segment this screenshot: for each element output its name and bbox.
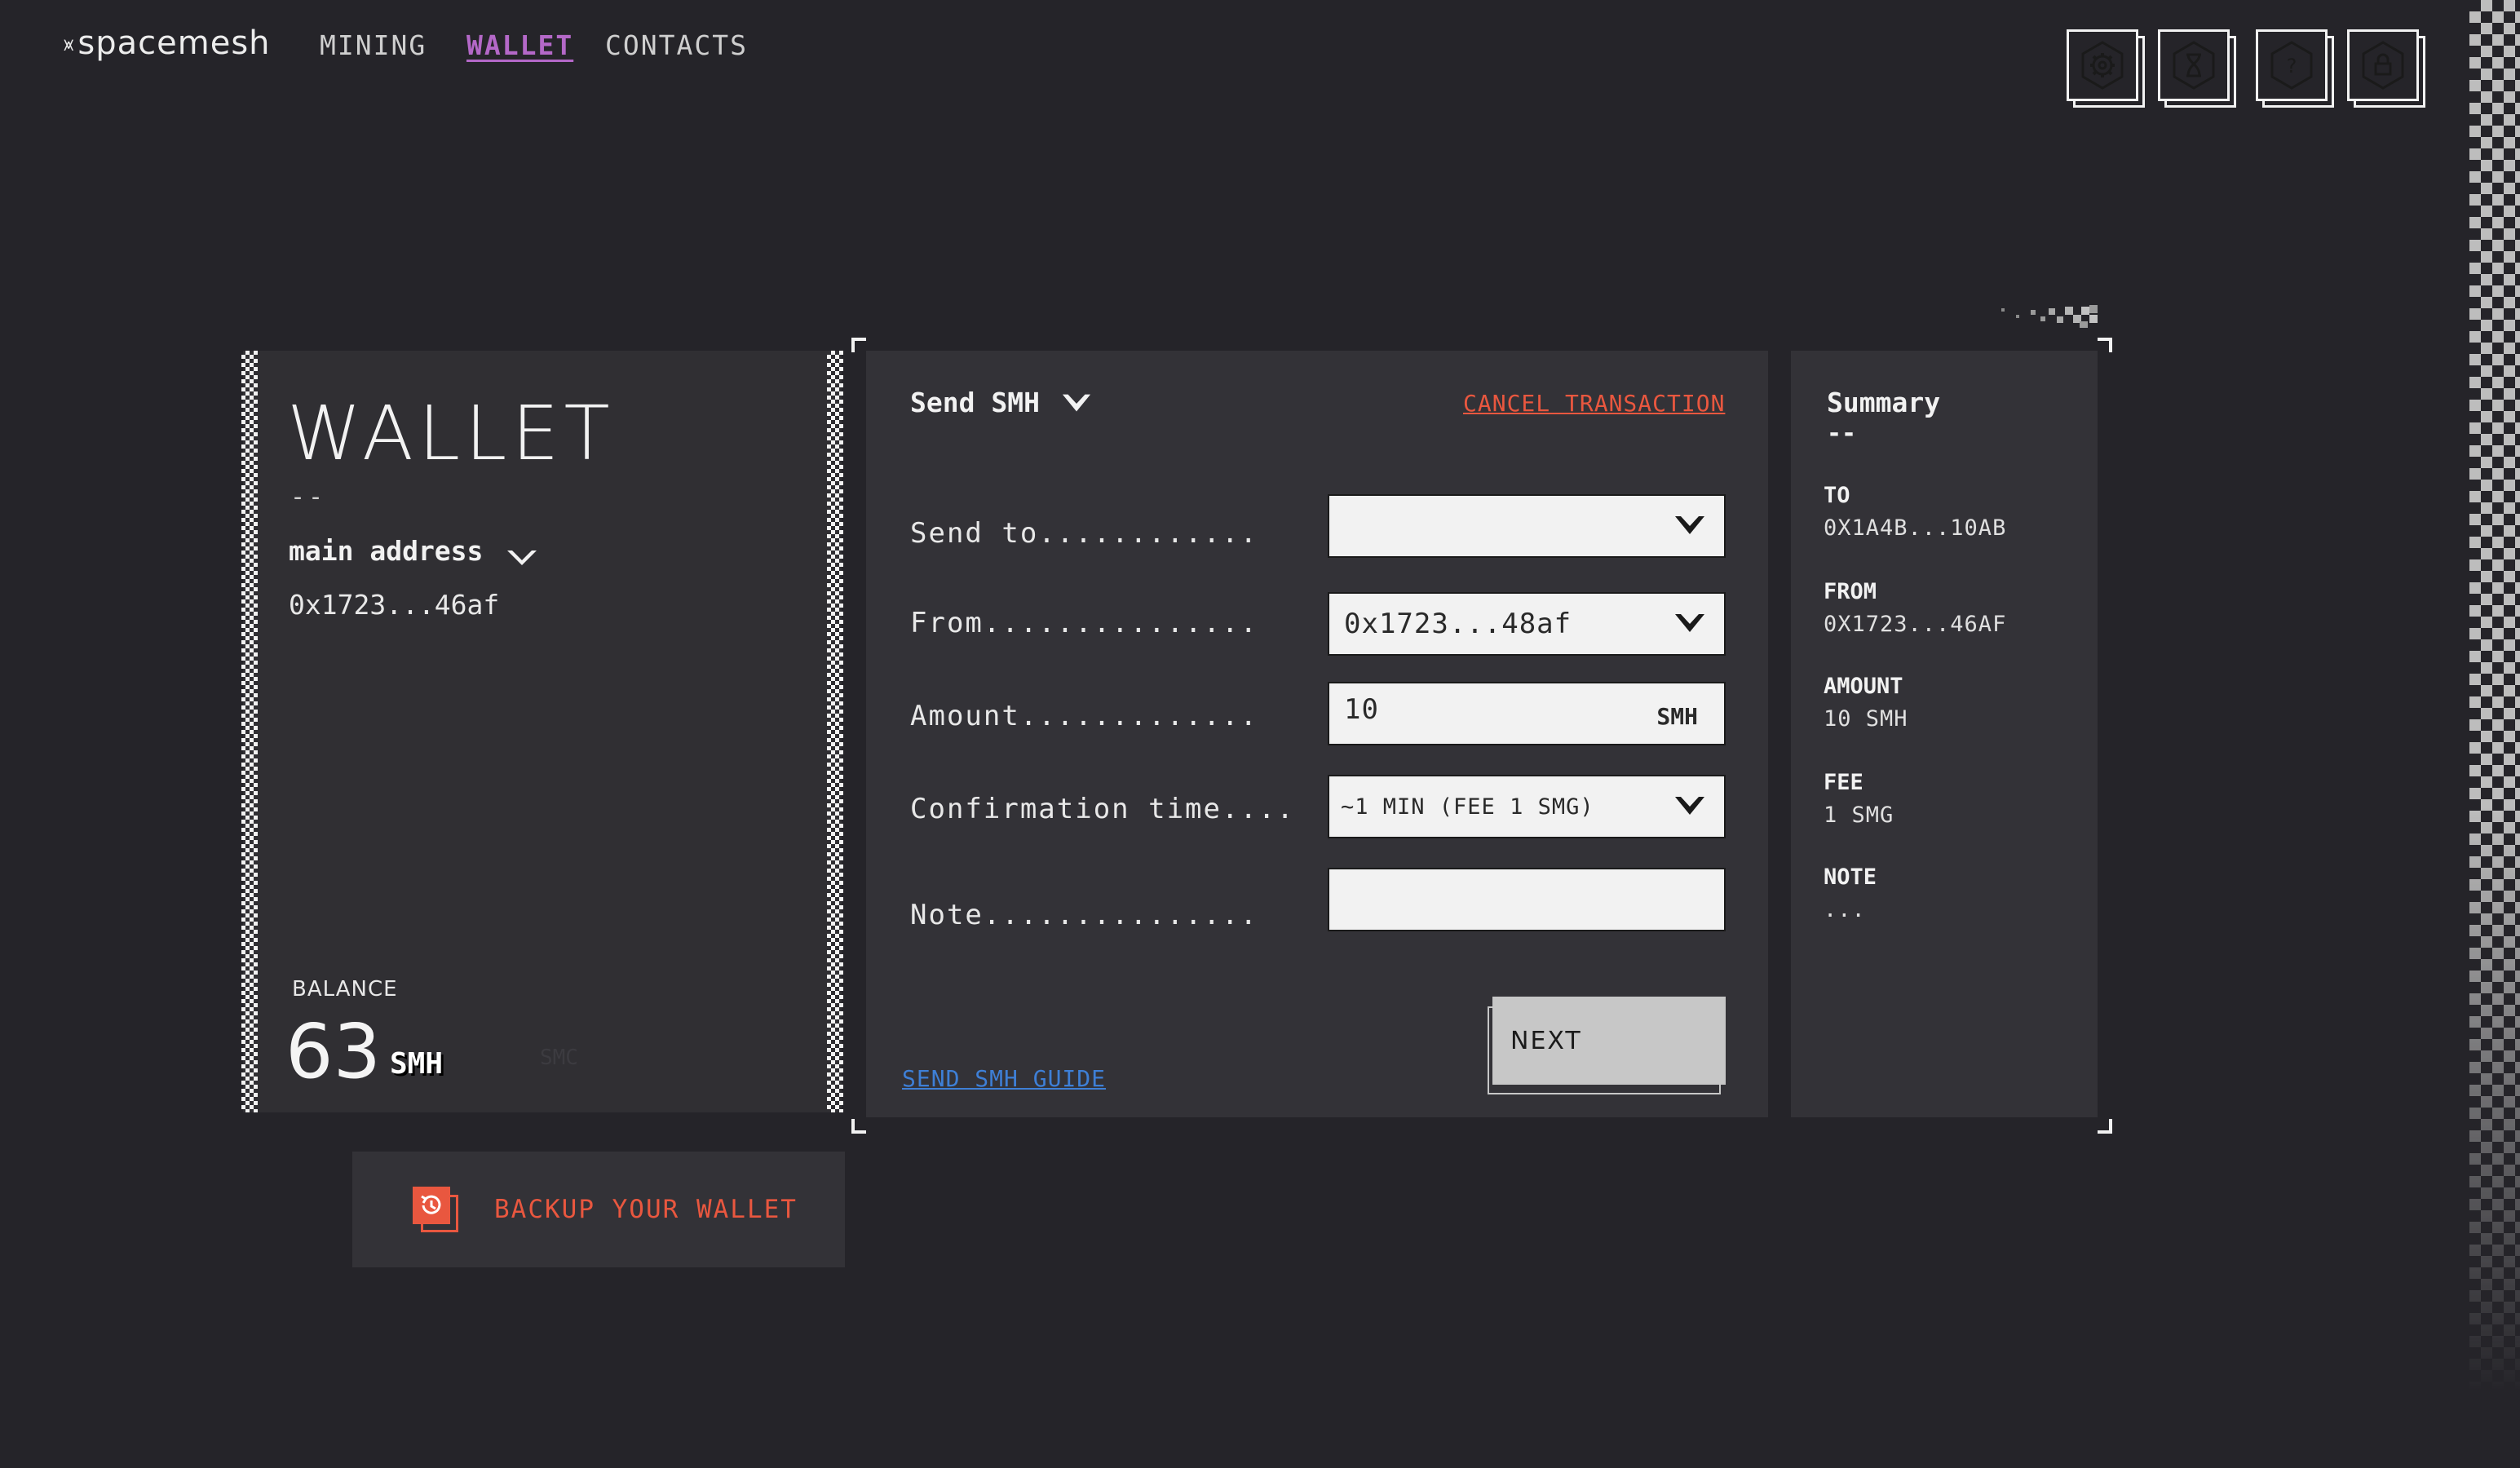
send-to-label: Send to............ — [910, 517, 1258, 550]
nav-wallet[interactable]: WALLET — [466, 29, 573, 61]
note-input[interactable] — [1328, 868, 1726, 931]
summary-fee-key: FEE — [1824, 770, 1863, 795]
amount-value: 10 — [1344, 693, 1379, 726]
balance-label: BALANCE — [292, 977, 398, 1002]
wallet-title: WALLET — [287, 390, 615, 477]
from-value: 0x1723...48af — [1344, 608, 1572, 640]
logo-mark-icon: ⩙ — [64, 35, 75, 55]
chevron-down-icon — [1675, 797, 1704, 815]
decorative-pixel-fade — [2001, 305, 2098, 328]
settings-button[interactable] — [2067, 29, 2138, 101]
logo-text: spacemesh — [77, 24, 271, 62]
summary-amount-key: AMOUNT — [1824, 674, 1903, 699]
next-label: NEXT — [1510, 1026, 1582, 1055]
amount-unit: SMH — [1656, 703, 1698, 730]
summary-panel — [1791, 351, 2098, 1117]
nav-mining[interactable]: MINING — [320, 29, 427, 61]
next-button[interactable]: NEXT — [1492, 997, 1726, 1085]
send-to-dropdown[interactable] — [1328, 494, 1726, 558]
lock-button[interactable] — [2347, 29, 2419, 101]
chevron-down-icon — [507, 550, 537, 565]
wallet-card-left-border — [241, 351, 258, 1112]
balance-unit-alt: SMC — [540, 1046, 578, 1070]
hourglass-icon — [2173, 41, 2215, 90]
spacemesh-logo: ⩙ spacemesh — [64, 24, 271, 62]
svg-text:?: ? — [2287, 55, 2297, 77]
summary-note-key: NOTE — [1824, 864, 1877, 890]
amount-label: Amount............. — [910, 700, 1258, 732]
frame-corner — [2098, 1119, 2112, 1134]
nav-contacts[interactable]: CONTACTS — [605, 29, 748, 61]
summary-dash: -- — [1827, 419, 1857, 448]
settings-icon — [2081, 41, 2124, 90]
summary-fee-value: 1 SMG — [1824, 803, 1894, 828]
summary-to-value: 0X1A4B...10AB — [1824, 515, 2007, 541]
address-value: 0x1723...46af — [289, 589, 500, 621]
summary-from-key: FROM — [1824, 579, 1877, 604]
from-label: From............... — [910, 607, 1258, 639]
hourglass-button[interactable] — [2158, 29, 2230, 101]
balance-unit: SMH — [390, 1047, 444, 1081]
confirmation-time-dropdown[interactable]: ~1 MIN (FEE 1 SMG) — [1328, 775, 1726, 838]
confirmation-time-label: Confirmation time.... — [910, 793, 1295, 825]
chevron-down-icon — [1062, 394, 1090, 412]
chevron-down-icon — [1675, 614, 1704, 632]
send-smh-guide-link[interactable]: SEND SMH GUIDE — [902, 1065, 1106, 1092]
summary-from-value: 0X1723...46AF — [1824, 612, 2007, 637]
backup-wallet-label: BACKUP YOUR WALLET — [494, 1195, 798, 1224]
balance-value: 63 — [285, 1008, 382, 1095]
summary-amount-value: 10 SMH — [1824, 706, 1908, 732]
decorative-checker-strip — [2469, 0, 2520, 1468]
address-selector[interactable]: main address — [289, 535, 538, 567]
summary-note-value: ... — [1824, 897, 1866, 922]
amount-input[interactable]: 10 SMH — [1328, 682, 1726, 745]
wallet-card-right-border — [827, 351, 843, 1112]
backup-wallet-button[interactable]: BACKUP YOUR WALLET — [352, 1152, 845, 1267]
chevron-down-icon — [1675, 516, 1704, 534]
summary-to-key: TO — [1824, 483, 1850, 508]
frame-corner — [851, 338, 866, 352]
from-dropdown[interactable]: 0x1723...48af — [1328, 592, 1726, 656]
help-icon: ? — [2270, 41, 2313, 90]
note-label: Note............... — [910, 899, 1258, 931]
frame-corner — [2098, 338, 2112, 352]
confirmation-time-value: ~1 MIN (FEE 1 SMG) — [1341, 794, 1594, 820]
lock-icon — [2362, 41, 2404, 90]
help-button[interactable]: ? — [2256, 29, 2328, 101]
send-smh-title[interactable]: Send SMH — [910, 387, 1092, 418]
cancel-transaction-link[interactable]: CANCEL TRANSACTION — [1463, 390, 1725, 417]
summary-title: Summary — [1827, 387, 1941, 418]
send-title-text: Send SMH — [910, 387, 1040, 418]
backup-icon — [413, 1187, 458, 1232]
frame-corner — [851, 1119, 866, 1134]
wallet-dashes: -- — [290, 483, 327, 511]
address-label: main address — [289, 535, 484, 567]
